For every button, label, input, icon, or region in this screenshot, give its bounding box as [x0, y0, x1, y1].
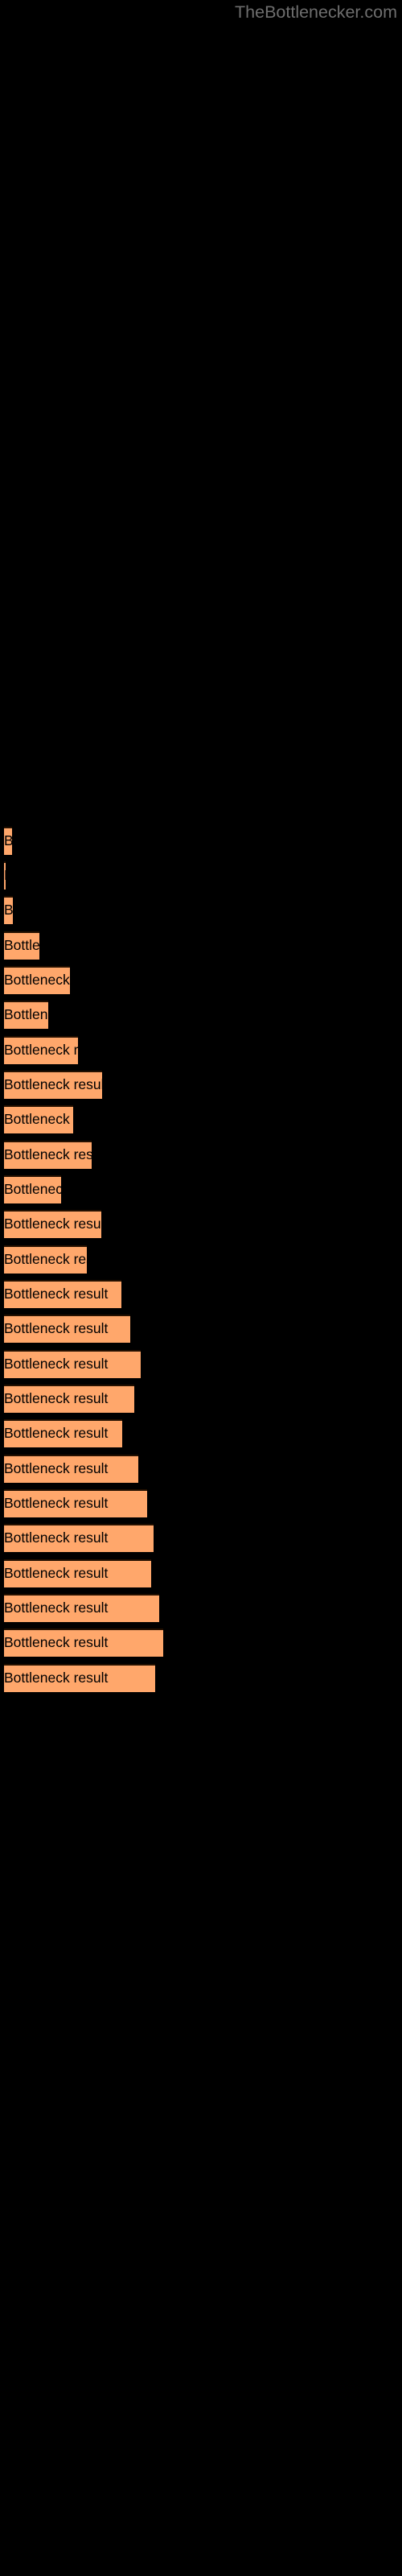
bar[interactable] — [4, 1350, 141, 1378]
bar[interactable] — [4, 1071, 102, 1099]
bar-clip: Bottleneck result — [0, 1594, 159, 1622]
bar[interactable] — [4, 1245, 87, 1274]
bar[interactable] — [4, 1559, 151, 1587]
bar[interactable] — [4, 1001, 48, 1029]
bar-clip: Bottleneck result — [0, 1350, 141, 1378]
bar-clip: Bottleneck result — [0, 931, 39, 960]
bar[interactable] — [4, 1280, 121, 1308]
bar-clip: Bottleneck result — [0, 1105, 73, 1133]
bar-clip: Bottleneck result — [0, 1629, 163, 1657]
bar[interactable] — [4, 1594, 159, 1622]
bar[interactable] — [4, 1210, 101, 1238]
bar[interactable] — [4, 861, 6, 890]
bar-clip: Bottleneck result — [0, 896, 13, 924]
bar[interactable] — [4, 1036, 78, 1064]
bar[interactable] — [4, 1175, 61, 1203]
bar-clip: Bottleneck result — [0, 1280, 121, 1308]
bar-clip: Bottleneck result — [0, 861, 6, 890]
bar[interactable] — [4, 1455, 138, 1483]
bar[interactable] — [4, 1419, 122, 1447]
bar-clip: Bottleneck result — [0, 1559, 151, 1587]
bar-clip: Bottleneck result — [0, 1071, 102, 1099]
bar-clip: Bottleneck result — [0, 1419, 122, 1447]
bar-clip: Bottleneck result — [0, 1664, 155, 1692]
bar-clip: Bottleneck result — [0, 1141, 92, 1169]
bar-clip: Bottleneck result — [0, 1524, 154, 1552]
bar[interactable] — [4, 827, 12, 855]
bar[interactable] — [4, 1664, 155, 1692]
bar-clip: Bottleneck result — [0, 1385, 134, 1413]
bar[interactable] — [4, 1629, 163, 1657]
bar[interactable] — [4, 1524, 154, 1552]
bar[interactable] — [4, 1385, 134, 1413]
bar[interactable] — [4, 1105, 73, 1133]
bar-clip: Bottleneck result — [0, 1489, 147, 1517]
bottleneck-chart-page: TheBottlenecker.com Bottleneck resultBot… — [0, 0, 402, 2576]
bar[interactable] — [4, 896, 13, 924]
bar-clip: Bottleneck result — [0, 1455, 138, 1483]
bar-chart-plot-area: Bottleneck result Bottleneck result Bottle… — [0, 0, 402, 2576]
bar[interactable] — [4, 1489, 147, 1517]
bar-clip: Bottleneck result — [0, 1315, 130, 1343]
bar[interactable] — [4, 1315, 130, 1343]
bar-clip: Bottleneck result — [0, 1245, 87, 1274]
bar-clip: Bottleneck result — [0, 1036, 78, 1064]
bar-clip: Bottleneck result — [0, 827, 12, 855]
bar-clip: Bottleneck result — [0, 1175, 61, 1203]
bar-clip: Bottleneck result — [0, 966, 70, 994]
bar[interactable] — [4, 1141, 92, 1169]
bar[interactable] — [4, 966, 70, 994]
bar[interactable] — [4, 931, 39, 960]
bar-clip: Bottleneck result — [0, 1210, 101, 1238]
bar-clip: Bottleneck result — [0, 1001, 48, 1029]
